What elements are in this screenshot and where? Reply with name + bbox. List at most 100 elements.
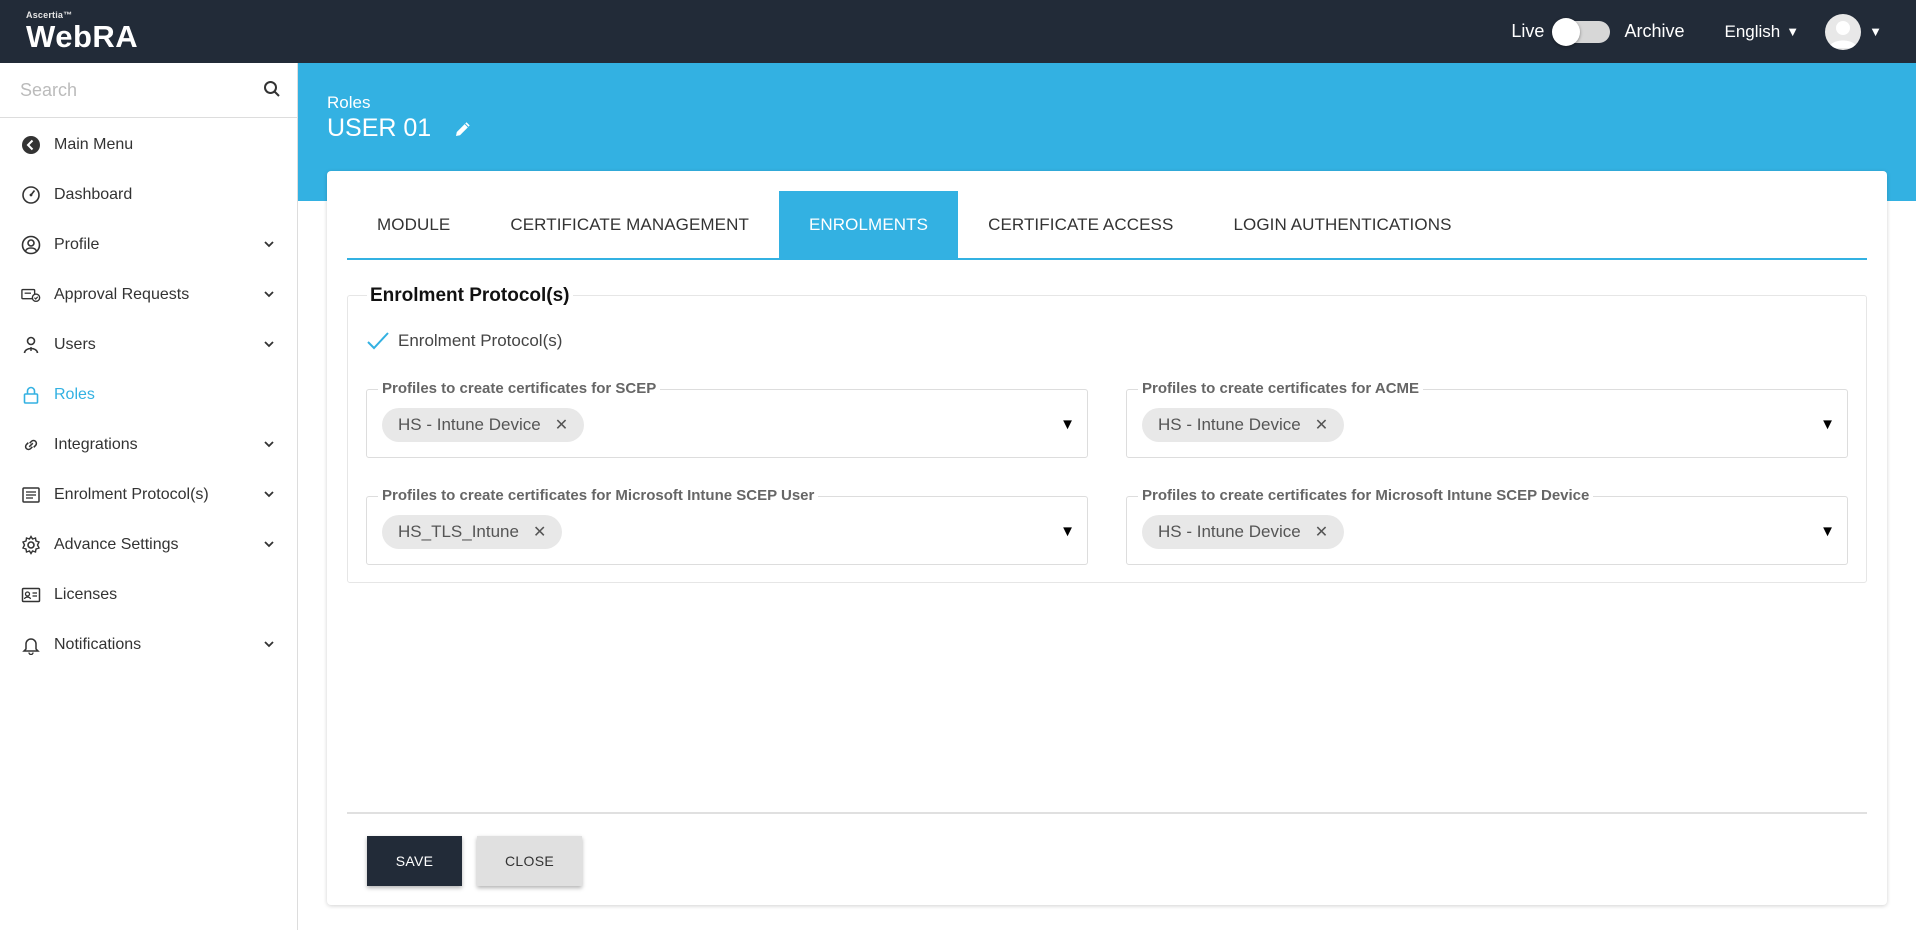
sidebar: Main Menu Dashboard Profile Approval Req… [0, 63, 298, 930]
sidebar-item-integrations[interactable]: Integrations [0, 420, 297, 470]
intune-scep-device-profiles-select[interactable]: Profiles to create certificates for Micr… [1126, 487, 1848, 565]
close-button[interactable]: CLOSE [477, 836, 582, 886]
license-card-icon [21, 585, 41, 605]
sidebar-item-label: Main Menu [54, 136, 134, 153]
sidebar-item-users[interactable]: Users [0, 320, 297, 370]
back-circle-icon [21, 135, 41, 155]
chevron-down-icon [263, 237, 275, 255]
user-circle-icon [21, 235, 41, 255]
tab-certificate-access[interactable]: CERTIFICATE ACCESS [958, 191, 1203, 258]
breadcrumb[interactable]: Roles [327, 93, 370, 113]
live-label: Live [1511, 21, 1545, 41]
sidebar-item-licenses[interactable]: Licenses [0, 570, 297, 620]
checkbox-label: Enrolment Protocol(s) [398, 331, 563, 350]
dropdown-arrow-icon[interactable]: ▼ [1820, 416, 1835, 433]
language-selector[interactable]: English ▼ [1724, 22, 1799, 42]
sidebar-nav: Main Menu Dashboard Profile Approval Req… [0, 118, 297, 670]
sidebar-item-label: Integrations [54, 436, 138, 453]
sidebar-item-label: Dashboard [54, 186, 133, 203]
sidebar-item-label: Enrolment Protocol(s) [54, 486, 209, 503]
checkmark-icon [366, 330, 390, 352]
chevron-down-icon [263, 287, 275, 305]
page-title: USER 01 [327, 114, 473, 143]
sidebar-item-notifications[interactable]: Notifications [0, 620, 297, 670]
sidebar-item-label: Licenses [54, 586, 118, 603]
tab-enrolments[interactable]: ENROLMENTS [778, 191, 959, 258]
field-label: Profiles to create certificates for Micr… [378, 487, 819, 504]
dropdown-arrow-icon[interactable]: ▼ [1820, 523, 1835, 540]
role-editor-card: MODULE CERTIFICATE MANAGEMENT ENROLMENTS… [327, 171, 1887, 905]
sidebar-item-profile[interactable]: Profile [0, 220, 297, 270]
search-icon[interactable] [263, 80, 281, 103]
scep-profiles-select[interactable]: Profiles to create certificates for SCEP… [366, 380, 1088, 458]
bell-icon [21, 635, 41, 655]
tab-module[interactable]: MODULE [347, 191, 480, 258]
sidebar-item-label: Advance Settings [54, 536, 179, 553]
chevron-down-icon [263, 637, 275, 655]
save-button[interactable]: SAVE [367, 836, 462, 886]
enrolment-protocols-checkbox[interactable]: Enrolment Protocol(s) [366, 330, 562, 352]
tab-login-authentications[interactable]: LOGIN AUTHENTICATIONS [1203, 191, 1481, 258]
pencil-edit-icon[interactable] [453, 119, 473, 139]
chip-label: HS - Intune Device [1158, 522, 1301, 541]
dropdown-arrow-icon[interactable]: ▼ [1060, 523, 1075, 540]
toggle-knob [1552, 17, 1581, 46]
dropdown-arrow-icon[interactable]: ▼ [1060, 416, 1075, 433]
sidebar-item-label: Notifications [54, 636, 142, 653]
archive-label: Archive [1624, 21, 1685, 41]
tab-certificate-management[interactable]: CERTIFICATE MANAGEMENT [480, 191, 779, 258]
app-logo[interactable]: Ascertia™ WebRA [26, 10, 138, 54]
language-value: English [1724, 21, 1781, 41]
profile-chip: HS - Intune Device ✕ [1142, 515, 1345, 549]
sidebar-item-label: Profile [54, 236, 100, 253]
dashboard-gauge-icon [21, 185, 41, 205]
live-archive-toggle[interactable] [1552, 17, 1611, 46]
search-input[interactable] [0, 63, 240, 117]
chevron-down-icon [263, 537, 275, 555]
field-label: Profiles to create certificates for ACME [1138, 380, 1424, 397]
profile-chip: HS - Intune Device ✕ [1142, 408, 1345, 442]
chip-label: HS_TLS_Intune [398, 522, 519, 541]
profile-chip: HS - Intune Device ✕ [382, 408, 585, 442]
sidebar-item-approval-requests[interactable]: Approval Requests [0, 270, 297, 320]
chip-remove-icon[interactable]: ✕ [533, 522, 546, 542]
chip-remove-icon[interactable]: ✕ [1315, 415, 1328, 435]
chip-remove-icon[interactable]: ✕ [555, 415, 568, 435]
sidebar-item-enrolment-protocols[interactable]: Enrolment Protocol(s) [0, 470, 297, 520]
sidebar-item-advance-settings[interactable]: Advance Settings [0, 520, 297, 570]
link-icon [21, 435, 41, 455]
enrolment-protocols-section: Enrolment Protocol(s) Enrolment Protocol… [347, 285, 1867, 583]
field-label: Profiles to create certificates for SCEP [378, 380, 661, 397]
sidebar-item-main-menu[interactable]: Main Menu [0, 120, 297, 170]
lock-icon [21, 385, 41, 405]
chip-label: HS - Intune Device [1158, 415, 1301, 434]
role-name: USER 01 [327, 114, 432, 142]
approval-icon [21, 285, 41, 305]
user-avatar-icon [1829, 20, 1858, 48]
chip-label: HS - Intune Device [398, 415, 541, 434]
chevron-down-icon [263, 487, 275, 505]
gear-icon [21, 535, 41, 555]
chevron-down-icon [263, 337, 275, 355]
top-bar: Ascertia™ WebRA Live Archive English ▼ ▼ [0, 0, 1916, 63]
role-tabs: MODULE CERTIFICATE MANAGEMENT ENROLMENTS… [347, 191, 1867, 260]
acme-profiles-select[interactable]: Profiles to create certificates for ACME… [1126, 380, 1848, 458]
sidebar-item-dashboard[interactable]: Dashboard [0, 170, 297, 220]
field-label: Profiles to create certificates for Micr… [1138, 487, 1594, 504]
chip-remove-icon[interactable]: ✕ [1315, 522, 1328, 542]
caret-down-icon: ▼ [1786, 24, 1800, 39]
sidebar-item-label: Users [54, 336, 96, 353]
user-menu-caret-icon[interactable]: ▼ [1869, 24, 1882, 39]
section-title: Enrolment Protocol(s) [367, 285, 573, 307]
sidebar-item-roles[interactable]: Roles [0, 370, 297, 420]
avatar[interactable] [1825, 13, 1862, 50]
users-icon [21, 335, 41, 355]
enrolment-icon [21, 485, 41, 505]
sidebar-item-label: Roles [54, 386, 95, 403]
sidebar-item-label: Approval Requests [54, 286, 190, 303]
chevron-down-icon [263, 437, 275, 455]
footer-divider [347, 812, 1867, 814]
sidebar-search [0, 63, 297, 118]
profile-chip: HS_TLS_Intune ✕ [382, 515, 563, 549]
intune-scep-user-profiles-select[interactable]: Profiles to create certificates for Micr… [366, 487, 1088, 565]
